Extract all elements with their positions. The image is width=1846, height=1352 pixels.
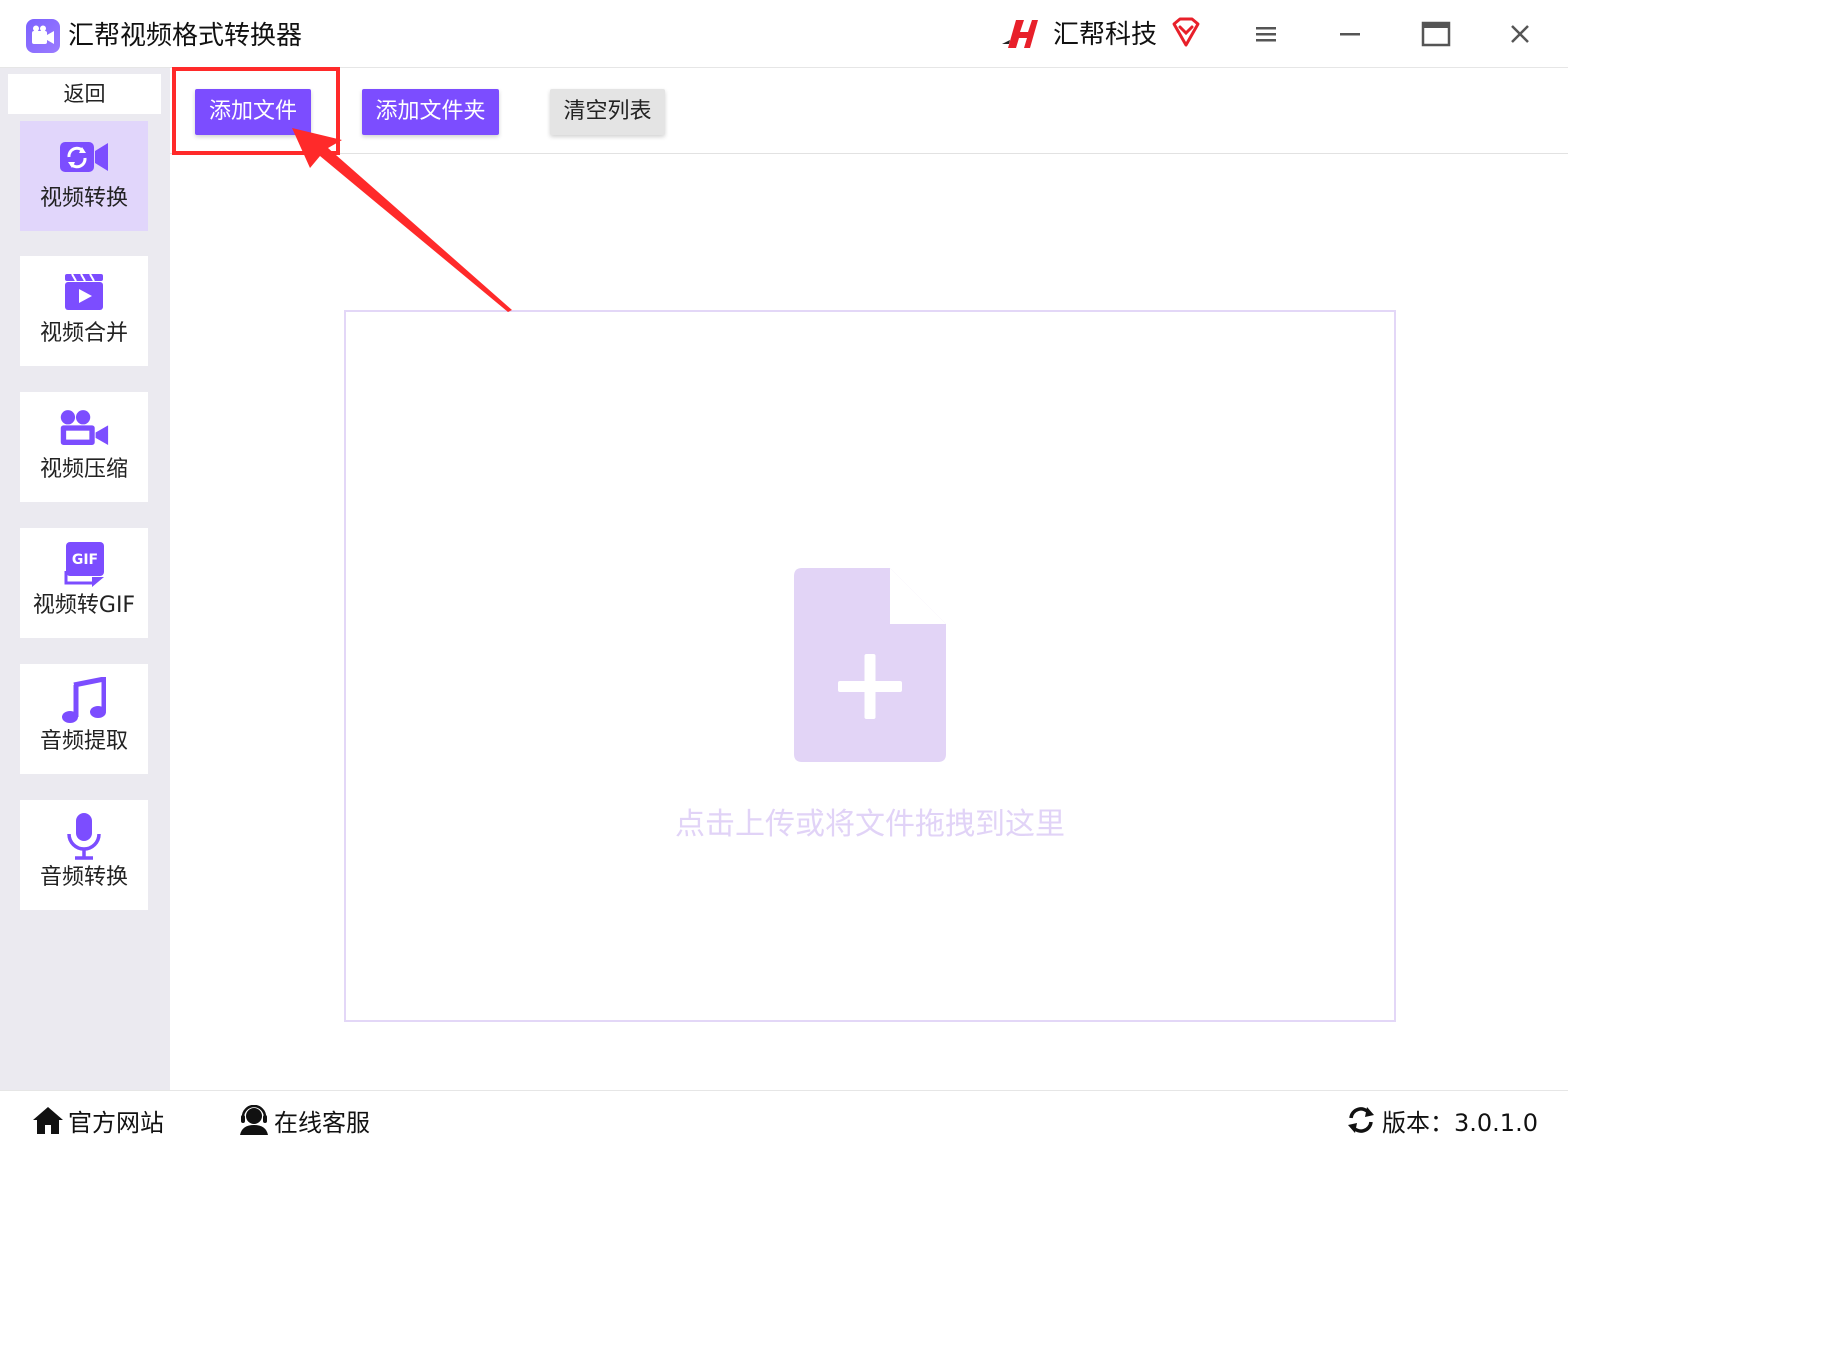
- minimize-icon[interactable]: [1332, 16, 1368, 52]
- add-folder-button[interactable]: 添加文件夹: [362, 89, 499, 135]
- main-area: 点击上传或将文件拖拽到这里: [170, 154, 1568, 1090]
- maximize-icon[interactable]: [1418, 16, 1454, 52]
- app-icon: [26, 19, 60, 53]
- sidebar-item-label: 音频提取: [39, 729, 128, 754]
- file-plus-icon: [794, 568, 946, 762]
- sidebar-item-audio-extract[interactable]: 音频提取: [20, 664, 148, 774]
- sidebar: 返回 视频转换 视频合并 视频压缩 GIF 视频转GIF 音频提取 音频转换: [0, 68, 170, 1090]
- music-note-icon: [59, 677, 109, 723]
- add-file-button[interactable]: 添加文件: [195, 89, 311, 135]
- sidebar-item-video-merge[interactable]: 视频合并: [20, 256, 148, 366]
- version-label: 版本：3.0.1.0: [1382, 1108, 1538, 1137]
- online-service-link[interactable]: 在线客服: [238, 1103, 370, 1137]
- sidebar-item-video-convert[interactable]: 视频转换: [20, 121, 148, 231]
- video-merge-icon: [59, 270, 109, 314]
- online-service-label: 在线客服: [274, 1108, 370, 1137]
- close-icon[interactable]: [1502, 16, 1538, 52]
- back-button[interactable]: 返回: [8, 74, 161, 114]
- clear-list-button[interactable]: 清空列表: [550, 89, 665, 135]
- microphone-icon: [59, 813, 109, 860]
- official-site-link[interactable]: 官方网站: [32, 1103, 164, 1137]
- footer: 官方网站 在线客服 版本：3.0.1.0: [0, 1090, 1568, 1148]
- sidebar-item-label: 视频转换: [39, 186, 128, 211]
- title-bar: 汇帮视频格式转换器 汇帮科技: [0, 0, 1568, 68]
- video-convert-icon: [59, 135, 109, 179]
- sidebar-item-audio-convert[interactable]: 音频转换: [20, 800, 148, 910]
- sidebar-item-video-to-gif[interactable]: GIF 视频转GIF: [20, 528, 148, 638]
- svg-text:GIF: GIF: [72, 552, 98, 568]
- file-dropzone[interactable]: 点击上传或将文件拖拽到这里: [344, 310, 1396, 1022]
- sidebar-item-label: 音频转换: [39, 865, 128, 890]
- gif-icon: GIF: [59, 542, 109, 587]
- version-info[interactable]: 版本：3.0.1.0: [1346, 1103, 1538, 1137]
- home-icon: [32, 1105, 64, 1135]
- sidebar-item-label: 视频转GIF: [32, 593, 136, 618]
- sidebar-item-label: 视频压缩: [39, 457, 128, 482]
- sidebar-item-label: 视频合并: [39, 321, 128, 346]
- video-compress-icon: [59, 406, 109, 450]
- dropzone-hint: 点击上传或将文件拖拽到这里: [675, 807, 1065, 842]
- app-title: 汇帮视频格式转换器: [68, 21, 303, 51]
- menu-icon[interactable]: [1248, 16, 1284, 52]
- brand-logo-icon: [1000, 14, 1040, 54]
- brand-name: 汇帮科技: [1053, 20, 1158, 50]
- official-site-label: 官方网站: [68, 1108, 164, 1137]
- customer-service-icon: [238, 1105, 270, 1135]
- vip-diamond-icon[interactable]: [1170, 16, 1202, 48]
- refresh-icon: [1346, 1105, 1376, 1135]
- toolbar: 添加文件 添加文件夹 清空列表: [170, 68, 1568, 154]
- sidebar-item-video-compress[interactable]: 视频压缩: [20, 392, 148, 502]
